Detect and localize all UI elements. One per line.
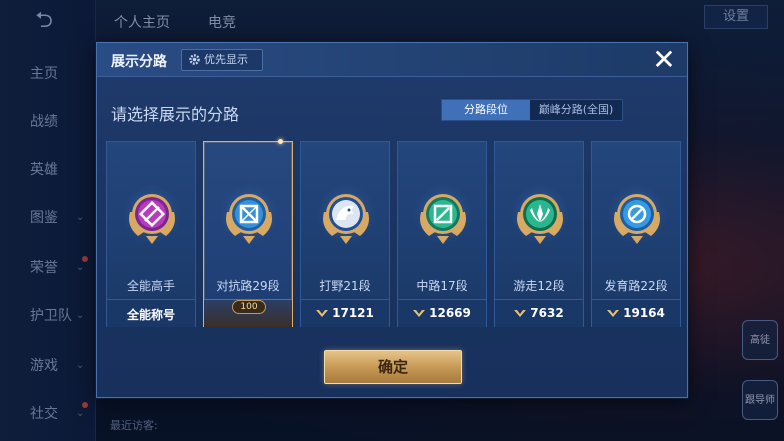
lane-card-list: 全能高手 全能称号 对抗路29段 100 打野21段 17121 中路17段 12669 游走1… <box>106 139 682 327</box>
lane-rank-label: 游走12段 <box>513 279 565 293</box>
close-button[interactable]: ✕ <box>649 45 679 75</box>
segment-control: 分路段位 巅峰分路(全国) <box>441 99 623 121</box>
lane-display-dialog: 展示分路 优先显示 ✕ 请选择展示的分路 分路段位 巅峰分路(全国) 全能高手全… <box>96 42 688 398</box>
lane-rank-label: 全能高手 <box>126 279 175 293</box>
lane-card[interactable]: 对抗路29段 100 <box>203 139 293 327</box>
lane-rank-label: 中路17段 <box>416 279 468 293</box>
lane-score-value: 全能称号 <box>126 308 175 322</box>
lane-score-value: 12669 <box>429 306 471 320</box>
lane-card-footer: 全能称号 <box>107 299 195 327</box>
allround-emblem-icon <box>129 194 175 244</box>
priority-display-label: 优先显示 <box>204 53 248 66</box>
lane-score: 7632 <box>495 306 583 320</box>
lane-card[interactable]: 全能高手 全能称号 <box>106 141 196 327</box>
dialog-subtitle: 请选择展示的分路 <box>111 105 240 124</box>
farm-emblem-icon <box>614 194 660 244</box>
clash-emblem-icon <box>226 194 272 244</box>
lane-score: 12669 <box>398 306 486 320</box>
lane-card[interactable]: 中路17段 12669 <box>397 141 487 327</box>
lane-rank-label: 对抗路29段 <box>216 279 280 293</box>
lane-card-footer: 100 <box>204 299 292 327</box>
lane-card[interactable]: 游走12段 7632 <box>494 141 584 327</box>
rank-badge: 100 <box>232 300 266 314</box>
lane-score: 全能称号 <box>107 306 195 323</box>
dialog-header: 展示分路 优先显示 ✕ <box>97 43 687 77</box>
lane-card-footer: 7632 <box>495 299 583 327</box>
lane-rank-label: 发育路22段 <box>604 279 668 293</box>
mid-emblem-icon <box>420 194 466 244</box>
lane-score: 17121 <box>301 306 389 320</box>
lane-score-value: 19164 <box>623 306 665 320</box>
priority-display-button[interactable]: 优先显示 <box>181 49 263 71</box>
dialog-title: 展示分路 <box>111 54 167 70</box>
wings-score-icon <box>413 310 426 317</box>
jungle-emblem-icon <box>323 194 369 244</box>
lane-card[interactable]: 发育路22段 19164 <box>591 141 681 327</box>
tab-lane-rank[interactable]: 分路段位 <box>442 100 530 120</box>
roam-emblem-icon <box>517 194 563 244</box>
wings-score-icon <box>607 310 620 317</box>
lane-rank-label: 打野21段 <box>319 279 371 293</box>
lane-card-footer: 17121 <box>301 299 389 327</box>
lane-score-value: 17121 <box>332 306 374 320</box>
lane-card[interactable]: 打野21段 17121 <box>300 141 390 327</box>
confirm-button[interactable]: 确定 <box>324 350 462 384</box>
lane-score-value: 7632 <box>530 306 564 320</box>
lane-card-footer: 12669 <box>398 299 486 327</box>
tab-peak-lane[interactable]: 巅峰分路(全国) <box>530 100 622 120</box>
wings-score-icon <box>514 310 527 317</box>
wings-score-icon <box>316 310 329 317</box>
selected-indicator-dot <box>278 139 283 144</box>
lane-score: 19164 <box>592 306 680 320</box>
lane-card-footer: 19164 <box>592 299 680 327</box>
gear-icon <box>189 54 200 65</box>
